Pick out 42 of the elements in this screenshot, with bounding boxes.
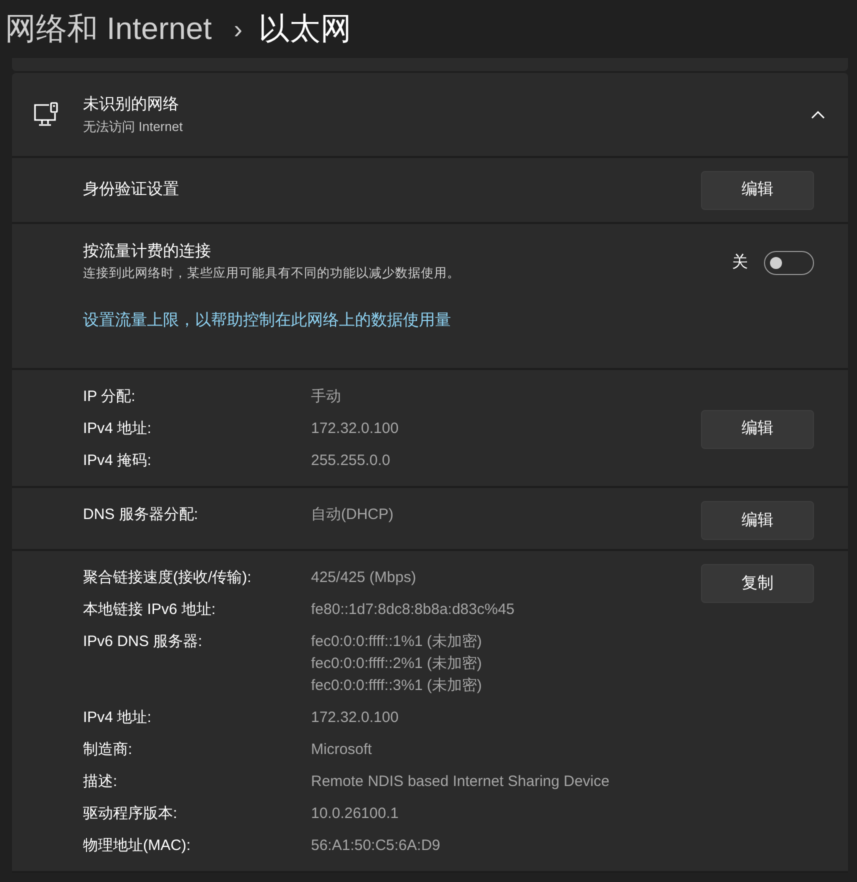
network-name: 未识别的网络 — [83, 94, 180, 115]
property-value: fec0:0:0:ffff::3%1 (未加密) — [311, 676, 482, 696]
property-label: IPv4 地址: — [83, 708, 152, 728]
property-value: Microsoft — [311, 740, 372, 760]
network-status: 无法访问 Internet — [83, 118, 184, 136]
property-value: 172.32.0.100 — [311, 708, 399, 728]
breadcrumb-separator: › — [234, 13, 242, 46]
breadcrumb-link[interactable]: 网络和 Internet — [5, 6, 212, 52]
property-label: 制造商: — [83, 740, 134, 760]
property-value: 56:A1:50:C5:6A:D9 — [311, 836, 440, 856]
property-value: Remote NDIS based Internet Sharing Device — [311, 772, 610, 792]
property-value: fec0:0:0:ffff::2%1 (未加密) — [311, 654, 482, 674]
property-value: 255.255.0.0 — [311, 451, 390, 471]
property-label: 聚合链接速度(接收/传输): — [83, 568, 252, 588]
property-label: IPv4 地址: — [83, 419, 152, 439]
edit-button[interactable]: 编辑 — [701, 170, 814, 210]
data-limit-link[interactable]: 设置流量上限，以帮助控制在此网络上的数据使用量 — [83, 308, 451, 333]
toggle-switch[interactable] — [764, 251, 814, 276]
setting-description: 连接到此网络时，某些应用可能具有不同的功能以减少数据使用。 — [83, 265, 460, 282]
property-value: fe80::1d7:8dc8:8b8a:d83c%45 — [311, 600, 515, 620]
property-value: 自动(DHCP) — [311, 505, 394, 525]
property-label: 描述: — [83, 772, 118, 792]
toggle-state-label: 关 — [732, 252, 748, 274]
page-title: 以太网 — [258, 10, 352, 48]
property-label: IP 分配: — [83, 387, 136, 407]
property-value: fec0:0:0:ffff::1%1 (未加密) — [311, 632, 482, 652]
property-value: 425/425 (Mbps) — [311, 568, 416, 588]
property-value: 10.0.26100.1 — [311, 804, 399, 824]
property-label: 物理地址(MAC): — [83, 836, 192, 856]
property-label: 本地链接 IPv6 地址: — [83, 600, 217, 620]
property-label: IPv4 掩码: — [83, 451, 152, 471]
action-button[interactable]: 编辑 — [701, 410, 814, 448]
action-button[interactable]: 复制 — [701, 564, 814, 603]
ethernet-monitor-icon — [32, 100, 60, 128]
setting-label: 身份验证设置 — [83, 180, 179, 200]
property-value: 手动 — [311, 387, 341, 407]
property-label: IPv6 DNS 服务器: — [83, 632, 204, 652]
action-button[interactable]: 编辑 — [701, 501, 814, 540]
property-value: 172.32.0.100 — [311, 419, 399, 439]
property-label: DNS 服务器分配: — [83, 505, 200, 525]
setting-label: 按流量计费的连接 — [83, 242, 212, 262]
property-label: 驱动程序版本: — [83, 804, 178, 824]
